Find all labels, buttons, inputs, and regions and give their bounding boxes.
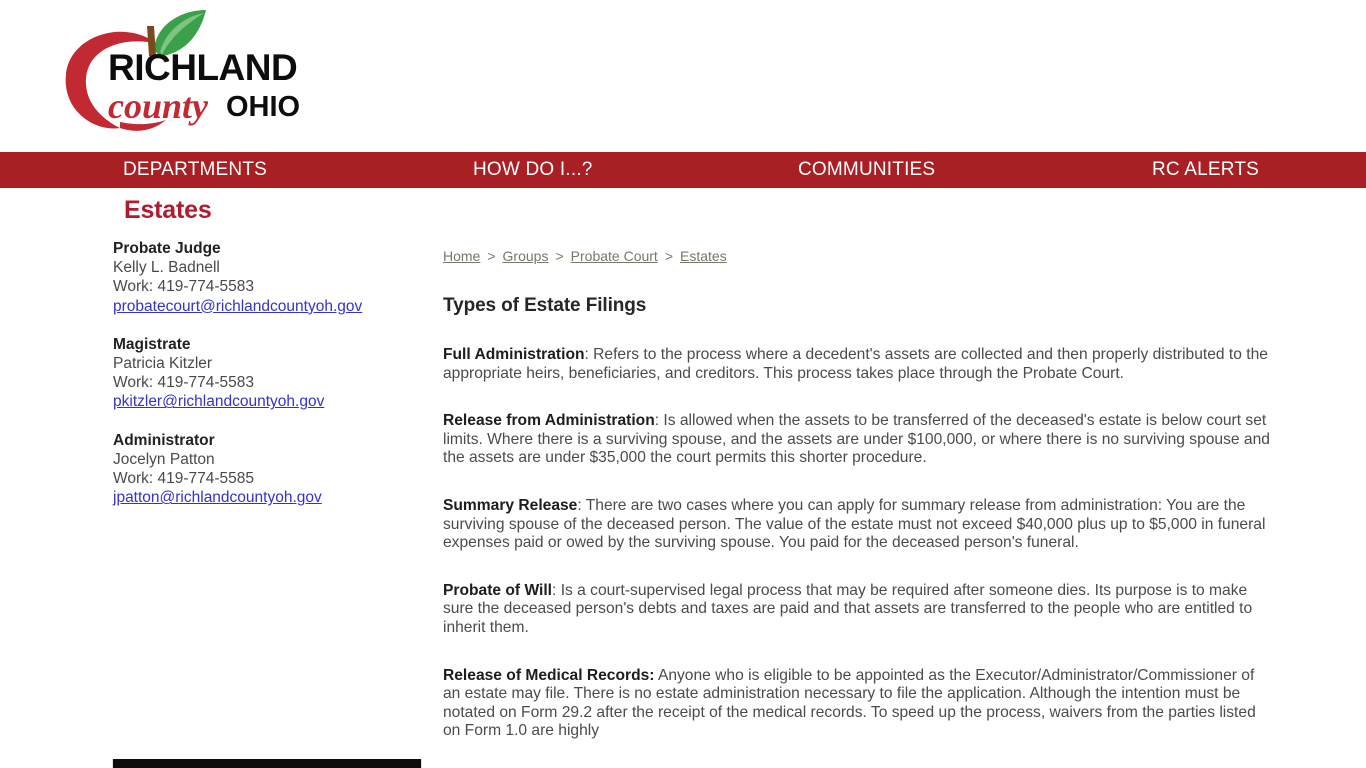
logo-text-richland: RICHLAND <box>108 47 297 88</box>
paragraph-lead: Probate of Will <box>443 581 553 599</box>
contact-probate-judge: Probate Judge Kelly L. Badnell Work: 419… <box>113 239 432 316</box>
paragraph-summary-release: Summary Release: There are two cases whe… <box>443 497 1273 553</box>
nav-item-departments[interactable]: DEPARTMENTS <box>123 152 267 188</box>
main-navigation: DEPARTMENTS HOW DO I...? COMMUNITIES RC … <box>0 152 1366 188</box>
paragraph-release-of-medical-records: Release of Medical Records: Anyone who i… <box>443 667 1273 741</box>
breadcrumb-separator: > <box>664 248 674 264</box>
contact-phone: Work: 419-774-5583 <box>113 278 255 296</box>
paragraph-lead: Summary Release <box>443 496 578 514</box>
site-header: RICHLAND county OHIO <box>0 0 1366 152</box>
contact-role: Magistrate <box>113 335 191 353</box>
page-body: Estates Probate Judge Kelly L. Badnell W… <box>0 188 1366 768</box>
nav-item-rc-alerts[interactable]: RC ALERTS <box>1152 152 1259 188</box>
menu-header: Probate Court Menu <box>113 759 421 768</box>
contact-name: Jocelyn Patton <box>113 450 215 468</box>
page-title: Estates <box>124 196 212 224</box>
contact-role: Administrator <box>113 431 215 449</box>
contact-email-link[interactable]: jpatton@richlandcountyoh.gov <box>113 488 322 507</box>
paragraph-lead: Full Administration <box>443 346 585 363</box>
contact-administrator: Administrator Jocelyn Patton Work: 419-7… <box>113 431 432 508</box>
breadcrumb-home[interactable]: Home <box>443 248 480 264</box>
nav-item-communities[interactable]: COMMUNITIES <box>798 152 935 188</box>
paragraph-full-administration: Full Administration: Refers to the proce… <box>443 346 1273 383</box>
probate-court-menu: Probate Court Menu Estates Trust Guardia… <box>112 759 422 768</box>
logo-text-ohio: OHIO <box>226 91 300 123</box>
breadcrumb-separator: > <box>487 248 496 264</box>
site-logo[interactable]: RICHLAND county OHIO <box>50 8 300 136</box>
paragraph-lead: Release from Administration <box>443 412 655 430</box>
contact-phone: Work: 419-774-5583 <box>113 374 255 392</box>
contact-phone: Work: 419-774-5585 <box>113 470 255 488</box>
breadcrumb-probate-court[interactable]: Probate Court <box>571 248 658 264</box>
breadcrumb-groups[interactable]: Groups <box>503 248 549 264</box>
logo-text-county: county <box>108 86 209 126</box>
main-content: Home > Groups > Probate Court > Estates Types … <box>443 188 1273 741</box>
paragraph-probate-of-will: Probate of Will: Is a court-supervised l… <box>443 582 1273 638</box>
nav-item-how-do-i[interactable]: HOW DO I...? <box>473 152 593 188</box>
paragraph-lead: Release of Medical Records: <box>443 666 655 684</box>
content-heading: Types of Estate Filings <box>443 295 647 316</box>
sidebar: Estates Probate Judge Kelly L. Badnell W… <box>112 188 432 526</box>
paragraph-release-from-administration: Release from Administration: Is allowed … <box>443 412 1273 468</box>
contact-magistrate: Magistrate Patricia Kitzler Work: 419-77… <box>113 335 432 412</box>
contact-role: Probate Judge <box>113 240 221 257</box>
breadcrumb-separator: > <box>555 248 564 264</box>
breadcrumb-estates[interactable]: Estates <box>680 248 727 264</box>
contact-list: Probate Judge Kelly L. Badnell Work: 419… <box>112 239 432 507</box>
contact-email-link[interactable]: pkitzler@richlandcountyoh.gov <box>113 392 324 411</box>
contact-name: Kelly L. Badnell <box>113 259 220 277</box>
paragraph-body: : Is a court-supervised legal process th… <box>443 581 1253 636</box>
contact-email-link[interactable]: probatecourt@richlandcountyoh.gov <box>113 297 362 316</box>
breadcrumb: Home > Groups > Probate Court > Estates <box>443 188 1273 264</box>
contact-name: Patricia Kitzler <box>113 355 213 373</box>
